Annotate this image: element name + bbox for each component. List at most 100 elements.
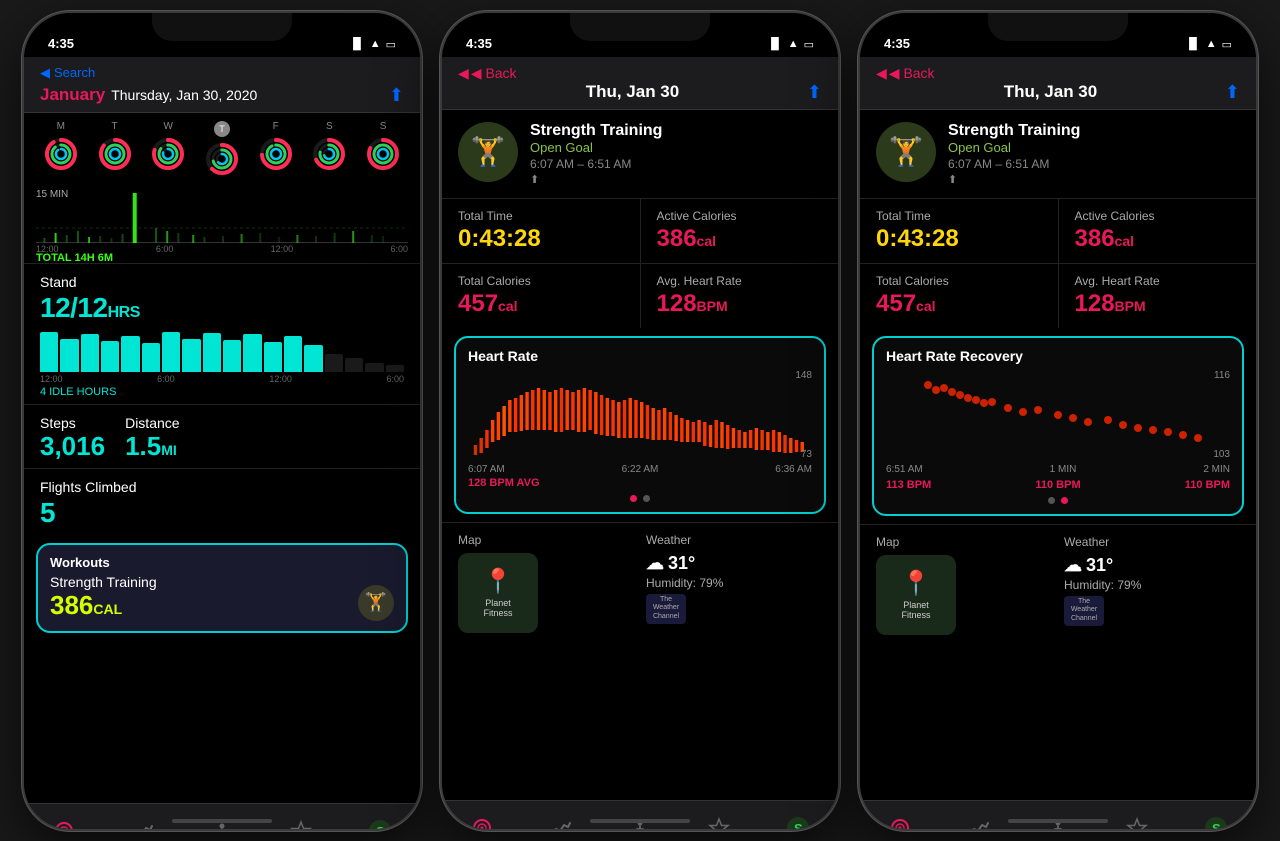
activity-chart: 15 MIN xyxy=(24,183,420,263)
map-weather-row-2: Map 📍 PlanetFitness Weather ☁ 31° Humidi… xyxy=(442,522,838,643)
tab-sharing-2[interactable]: S Sharing xyxy=(768,817,828,829)
share-icon-3[interactable]: ⬆ xyxy=(1225,82,1240,103)
workout-date-2: Thu, Jan 30 xyxy=(586,82,680,102)
day-sun[interactable]: S xyxy=(365,121,401,177)
home-indicator-2 xyxy=(590,819,690,823)
tab-sharing-1[interactable]: S Sharing xyxy=(350,820,410,829)
dot-2 xyxy=(643,495,650,502)
tab-trends-1[interactable]: Trends xyxy=(113,820,173,829)
day-mon[interactable]: M xyxy=(43,121,79,177)
day-tue[interactable]: T xyxy=(97,121,133,177)
tab-history-3[interactable]: History xyxy=(870,817,930,829)
location-icon-3: ⬆ xyxy=(948,173,1080,186)
dot-3-2 xyxy=(1061,497,1068,504)
nav-month[interactable]: January xyxy=(40,85,105,105)
signal-icon: ▐▌ xyxy=(349,38,365,50)
back-button-2[interactable]: ◀ ◀ Back xyxy=(458,65,822,82)
avg-hr-value-3: 128BPM xyxy=(1075,290,1241,318)
nav-header-3: ◀ ◀ Back Thu, Jan 30 ⬆ xyxy=(860,57,1256,110)
history-tab-icon-2 xyxy=(471,817,493,829)
phone-3: 4:35 ▐▌ ▲ ▭ ◀ ◀ Back Thu, Jan 30 ⬆ 🏋 xyxy=(858,11,1258,831)
ring-sun xyxy=(365,136,401,172)
weather-block-2: Weather ☁ 31° Humidity: 79% The Weather … xyxy=(646,533,822,633)
tab-history-1[interactable]: History xyxy=(34,820,94,829)
map-thumbnail-3: 📍 PlanetFitness xyxy=(876,555,956,635)
phone-1: 4:35 ▐▌ ▲ ▭ ◀ Search January Thursday, J… xyxy=(22,11,422,831)
tab-awards-3[interactable]: Awards xyxy=(1107,817,1167,829)
map-thumbnail-2: 📍 PlanetFitness xyxy=(458,553,538,633)
active-cal-value: 386cal xyxy=(657,225,823,253)
chart-page-dots xyxy=(468,495,812,502)
workout-info-2: Strength Training Open Goal 6:07 AM – 6:… xyxy=(530,122,662,186)
tab-history-2[interactable]: History xyxy=(452,817,512,829)
stand-value: 12/12HRS xyxy=(40,292,404,324)
chart-total: TOTAL 14H 6M xyxy=(36,252,408,264)
back-label-2: ◀ Back xyxy=(471,65,517,82)
distance-value: 1.5MI xyxy=(125,431,179,462)
total-time-cell: Total Time 0:43:28 xyxy=(442,199,640,263)
tab-trends-2[interactable]: Trends xyxy=(531,817,591,829)
workouts-card[interactable]: Workouts Strength Training 386CAL 🏋 xyxy=(36,543,408,633)
day-wed[interactable]: W xyxy=(150,121,186,177)
hrr-svg xyxy=(886,370,1230,460)
hr-chart-card[interactable]: Heart Rate 148 73 xyxy=(454,336,826,514)
ring-fri xyxy=(258,136,294,172)
active-cal-label-3: Active Calories xyxy=(1075,209,1241,223)
weather-temp-2: ☁ 31° xyxy=(646,553,822,574)
total-time-value-3: 0:43:28 xyxy=(876,225,1042,253)
hr-time-labels: 6:07 AM 6:22 AM 6:36 AM xyxy=(468,464,812,475)
hr-max: 148 xyxy=(795,370,812,381)
day-sat[interactable]: S xyxy=(311,121,347,177)
share-icon[interactable]: ⬆ xyxy=(389,85,404,106)
workout-top-3: 🏋 Strength Training Open Goal 6:07 AM – … xyxy=(860,110,1256,198)
workout-time-range-2: 6:07 AM – 6:51 AM xyxy=(530,157,662,171)
share-icon-2[interactable]: ⬆ xyxy=(807,82,822,103)
back-search[interactable]: ◀ Search xyxy=(40,65,404,81)
total-cal-value-3: 457cal xyxy=(876,290,1042,318)
tab-trends-3[interactable]: Trends xyxy=(949,817,1009,829)
hrr-chart-card[interactable]: Heart Rate Recovery 116 103 xyxy=(872,336,1244,516)
day-thu[interactable]: T xyxy=(204,121,240,177)
signal-icon-2: ▐▌ xyxy=(767,38,783,50)
stand-section: Stand 12/12HRS xyxy=(24,263,420,404)
back-button-3[interactable]: ◀ ◀ Back xyxy=(876,65,1240,82)
day-fri[interactable]: F xyxy=(258,121,294,177)
ring-tue xyxy=(97,136,133,172)
flights-value: 5 xyxy=(40,497,404,529)
workout-info-3: Strength Training Open Goal 6:07 AM – 6:… xyxy=(948,122,1080,186)
workouts-card-cal: 386CAL xyxy=(50,590,394,621)
tab-sharing-3[interactable]: S Sharing xyxy=(1186,817,1246,829)
tab-bar-1: History Trends Workouts Awards xyxy=(24,803,420,829)
workout-icon-big-3: 🏋 xyxy=(876,122,936,182)
chart-bars xyxy=(36,193,408,243)
weather-humidity-3: Humidity: 79% xyxy=(1064,578,1240,592)
tab-bar-3: History Trends Workouts Awards xyxy=(860,800,1256,829)
weather-label-2: Weather xyxy=(646,533,822,547)
battery-icon: ▭ xyxy=(386,38,396,51)
workout-type-3: Strength Training xyxy=(948,122,1080,140)
back-icon-2: ◀ xyxy=(458,65,469,82)
ring-sat xyxy=(311,136,347,172)
workout-icon-circle: 🏋 xyxy=(358,585,394,621)
total-cal-label-3: Total Calories xyxy=(876,274,1042,288)
location-icon-2: ⬆ xyxy=(530,173,662,186)
distance-block: Distance 1.5MI xyxy=(125,415,179,462)
tab-awards-1[interactable]: Awards xyxy=(271,820,331,829)
ring-mon xyxy=(43,136,79,172)
sharing-tab-icon-2: S xyxy=(787,817,809,829)
hrr-time-labels: 6:51 AM 1 MIN 2 MIN xyxy=(886,464,1230,475)
tab-awards-2[interactable]: Awards xyxy=(689,817,749,829)
hrr-chart-title: Heart Rate Recovery xyxy=(886,348,1230,364)
weather-block-3: Weather ☁ 31° Humidity: 79% The Weather … xyxy=(1064,535,1240,635)
workout-stats-2: Total Time 0:43:28 Active Calories 386ca… xyxy=(442,198,838,328)
wifi-icon: ▲ xyxy=(370,38,381,50)
steps-distance-row: Steps 3,016 Distance 1.5MI xyxy=(24,404,420,468)
avg-hr-label-3: Avg. Heart Rate xyxy=(1075,274,1241,288)
phone-2: 4:35 ▐▌ ▲ ▭ ◀ ◀ Back Thu, Jan 30 ⬆ 🏋 xyxy=(440,11,840,831)
weather-label-3: Weather xyxy=(1064,535,1240,549)
hrr-min: 103 xyxy=(1213,449,1230,460)
sharing-tab-icon: S xyxy=(369,820,391,829)
dot-1 xyxy=(630,495,637,502)
wifi-icon-2: ▲ xyxy=(788,38,799,50)
screen-content: M T xyxy=(24,113,420,803)
